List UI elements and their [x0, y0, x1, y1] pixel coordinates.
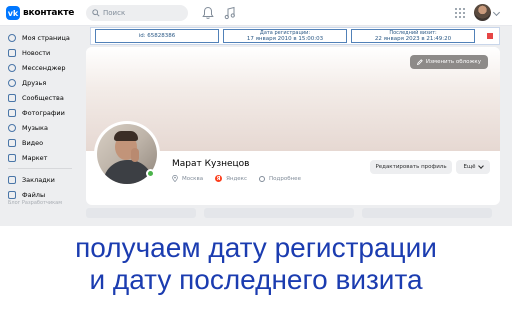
vk-logo-icon: vk — [6, 6, 20, 20]
sidebar-item-label: Закладки — [22, 175, 55, 184]
sidebar-item-photos[interactable]: Фотографии — [0, 105, 80, 120]
friends-icon — [8, 78, 16, 87]
sidebar-item-label: Мессенджер — [22, 63, 66, 72]
caption-line-1: получаем дату регистрации — [75, 232, 437, 263]
vk-logo[interactable]: vk вконтакте — [6, 5, 74, 21]
sidebar-item-music[interactable]: Музыка — [0, 120, 80, 135]
sidebar-item-label: Файлы — [22, 190, 46, 199]
profile-work[interactable]: Яндекс — [226, 176, 247, 182]
more-button-label: Ещё — [463, 164, 476, 170]
search-icon — [92, 9, 100, 17]
chevron-down-icon — [477, 163, 484, 169]
sidebar-footer-links[interactable]: Блог Разработчикам — [8, 200, 62, 206]
top-header: vk вконтакте — [0, 0, 512, 26]
chevron-down-icon[interactable] — [492, 8, 501, 17]
groups-icon — [8, 93, 16, 102]
edit-profile-button[interactable]: Редактировать профиль — [370, 160, 452, 174]
sidebar-item-bookmarks[interactable]: Закладки — [0, 172, 80, 187]
sidebar-item-friends[interactable]: Друзья — [0, 75, 80, 90]
profile-card: Изменить обложку Марат Кузнецов Москва Я… — [86, 47, 500, 205]
profile-name: Марат Кузнецов — [172, 159, 250, 169]
profile-meta: Москва Я Яндекс Подробнее — [172, 175, 301, 182]
pencil-icon — [416, 59, 423, 65]
sidebar-item-label: Фотографии — [22, 108, 65, 117]
profile-city[interactable]: Москва — [182, 176, 203, 182]
bell-icon[interactable] — [202, 6, 214, 20]
search-box[interactable] — [86, 5, 188, 21]
photo-icon — [8, 108, 16, 117]
sidebar-item-label: Новости — [22, 48, 51, 57]
sidebar-item-video[interactable]: Видео — [0, 135, 80, 150]
location-pin-icon — [172, 175, 178, 182]
change-cover-label: Изменить обложку — [425, 59, 481, 65]
music-icon[interactable] — [224, 6, 236, 20]
news-icon — [8, 48, 16, 57]
sidebar-item-my-page[interactable]: Моя страница — [0, 30, 80, 45]
registration-date-field: Дата регистрации: 17 января 2010 в 15:00… — [223, 29, 347, 43]
info-icon — [259, 175, 266, 182]
sidebar-item-groups[interactable]: Сообщества — [0, 90, 80, 105]
avatar[interactable] — [474, 4, 491, 21]
sidebar-item-label: Маркет — [22, 153, 48, 162]
content-placeholder-row — [86, 208, 500, 226]
registration-date-value: 17 января 2010 в 15:00:03 — [246, 36, 324, 42]
video-icon — [8, 138, 16, 147]
music-icon — [8, 123, 16, 132]
sidebar-item-label: Сообщества — [22, 93, 64, 102]
user-id-value: id: 65828386 — [138, 33, 176, 39]
apps-icon[interactable] — [455, 8, 465, 18]
sidebar-item-label: Видео — [22, 138, 44, 147]
close-marker[interactable] — [487, 33, 493, 39]
caption-area: получаем дату регистрации и дату последн… — [0, 226, 512, 320]
file-icon — [8, 190, 16, 199]
home-icon — [8, 33, 16, 42]
sidebar-divider — [8, 168, 72, 169]
sidebar-item-messenger[interactable]: Мессенджер — [0, 60, 80, 75]
search-input[interactable] — [103, 9, 183, 17]
caption-line-2: и дату последнего визита — [89, 264, 423, 295]
online-indicator — [146, 169, 155, 178]
bookmark-icon — [8, 175, 16, 184]
sidebar-item-news[interactable]: Новости — [0, 45, 80, 60]
profile-details-link[interactable]: Подробнее — [269, 176, 301, 182]
chat-icon — [8, 63, 16, 72]
sidebar-item-label: Моя страница — [22, 33, 70, 42]
yandex-icon: Я — [215, 175, 223, 182]
account-info-bar: id: 65828386 Дата регистрации: 17 января… — [90, 27, 500, 45]
last-visit-field: Последний визит: 22 января 2023 в 21:49:… — [351, 29, 475, 43]
change-cover-button[interactable]: Изменить обложку — [409, 55, 488, 69]
sidebar-item-label: Музыка — [22, 123, 48, 132]
left-sidebar: Моя страница Новости Мессенджер Друзья С… — [0, 26, 80, 226]
sidebar-item-label: Друзья — [22, 78, 47, 87]
last-visit-value: 22 января 2023 в 21:49:20 — [374, 36, 452, 42]
logo-text: вконтакте — [23, 8, 75, 18]
sidebar-item-market[interactable]: Маркет — [0, 150, 80, 165]
user-id-field: id: 65828386 — [95, 29, 219, 43]
market-icon — [8, 153, 16, 162]
more-button[interactable]: Ещё — [456, 160, 490, 174]
